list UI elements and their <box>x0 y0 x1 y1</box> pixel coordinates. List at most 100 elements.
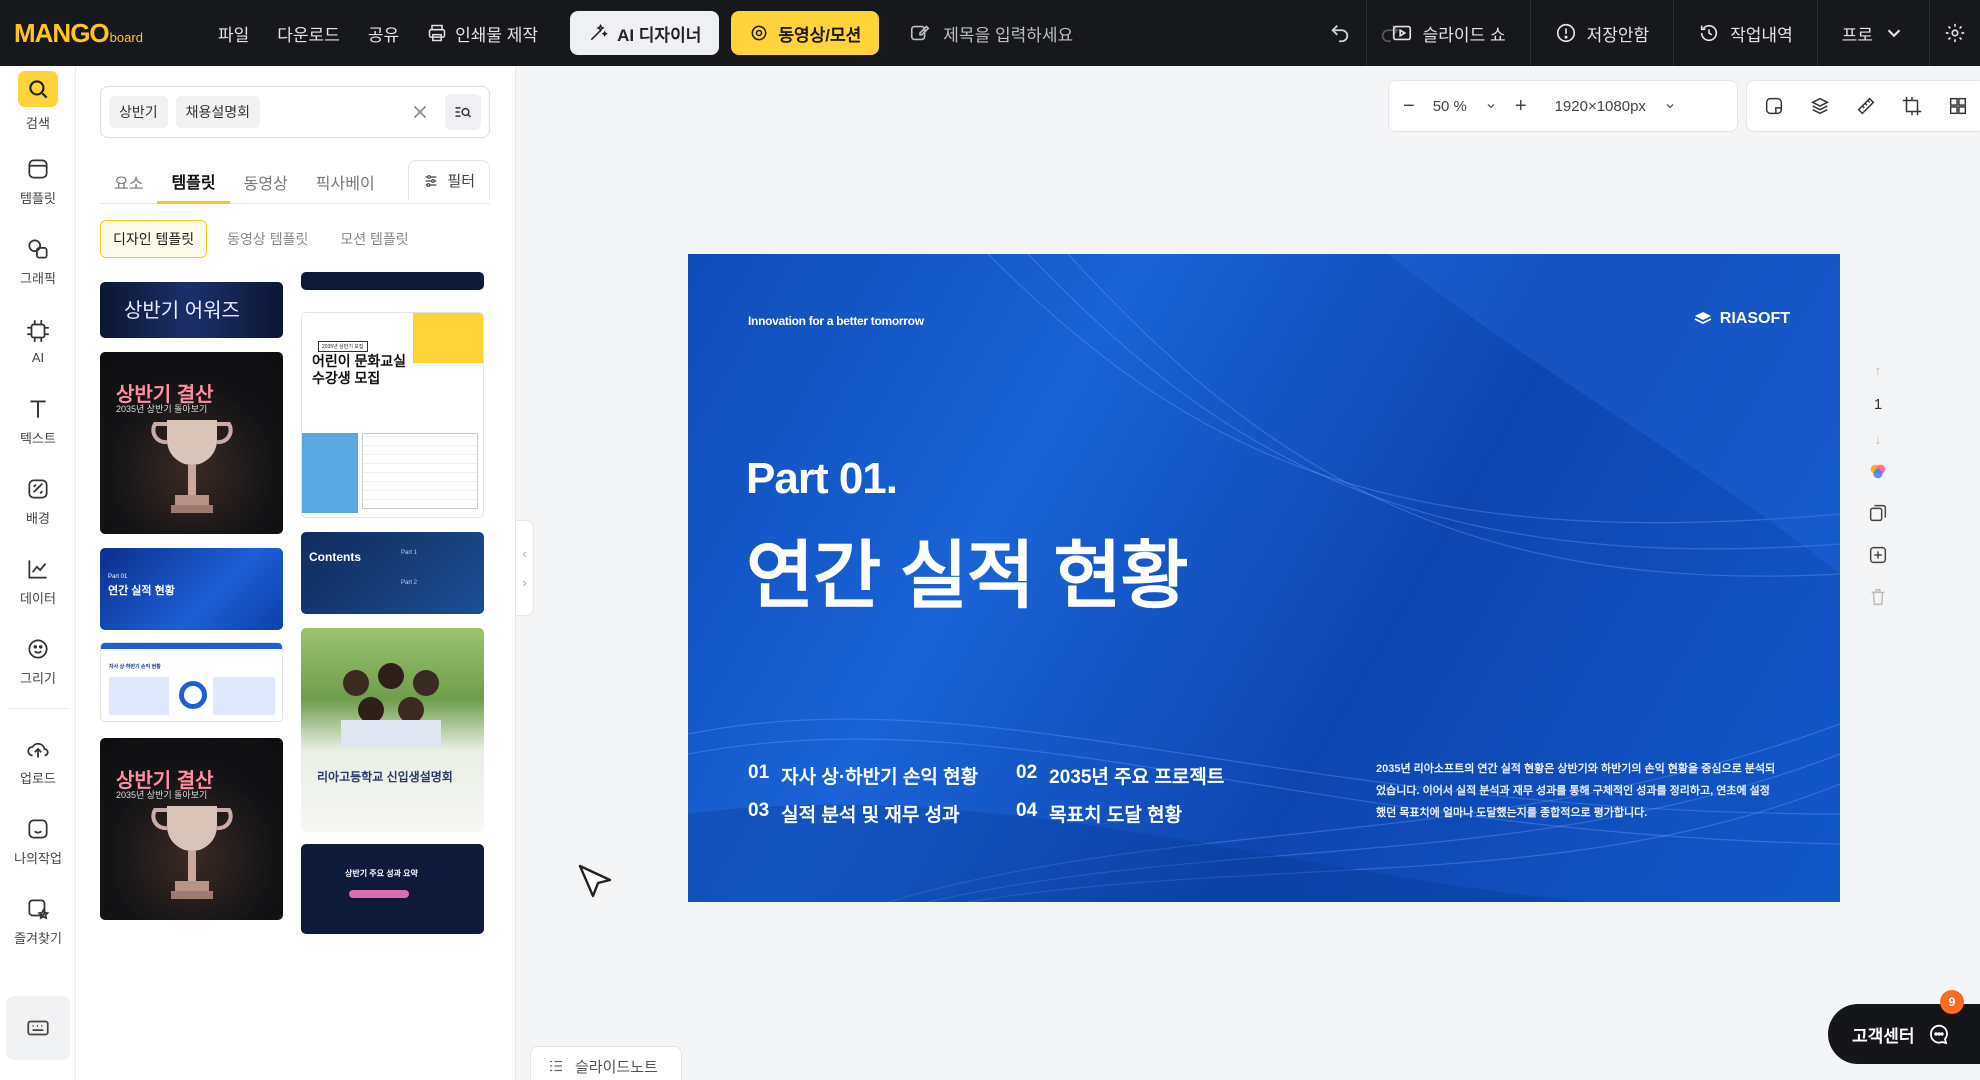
mangoboard-logo[interactable]: MANGO board <box>14 18 164 49</box>
agenda-item: 01 자사 상·하반기 손익 현황 <box>748 762 996 789</box>
template-thumb-report[interactable]: 자사 상·하반기 손익 현황 <box>100 642 283 722</box>
thumb-contents-part1: Part 1 <box>401 550 418 556</box>
panel-collapse-handle[interactable]: ‹ › <box>516 520 534 616</box>
tab-elements[interactable]: 요소 <box>100 160 157 204</box>
ai-designer-label: AI 디자이너 <box>617 25 702 45</box>
slide-description: 2035년 리아소프트의 연간 실적 현황은 상반기와 하반기의 손익 현황을 … <box>1376 763 1776 819</box>
slideshow-button[interactable]: 슬라이드 쇼 <box>1365 0 1530 66</box>
menu-file[interactable]: 파일 <box>204 0 263 66</box>
add-page-icon[interactable] <box>1867 544 1889 566</box>
tab-videos[interactable]: 동영상 <box>230 160 302 204</box>
app-window: MANGO board 파일 다운로드 공유 인쇄물 제작 AI 디자이너 동영상… <box>0 0 1980 1080</box>
plan-dropdown[interactable]: 프로 <box>1816 0 1929 66</box>
search-submit-button[interactable] <box>445 94 481 130</box>
canvas-size[interactable]: 1920×1080px <box>1555 98 1646 115</box>
rail-templates[interactable]: 템플릿 <box>0 146 76 216</box>
template-thumb-annual[interactable]: Part 01 연간 실적 현황 <box>100 548 283 630</box>
thumb-school-title: 어린이 문화교실 수강생 모집 <box>312 353 407 386</box>
template-thumb-results[interactable]: 상반기 결산 2035년 상반기 돌아보기 <box>100 352 283 534</box>
search-chip[interactable]: 채용설명회 <box>175 96 261 128</box>
rail-graphics[interactable]: 그래픽 <box>0 226 76 296</box>
search-icon <box>29 79 48 98</box>
menu-share[interactable]: 공유 <box>354 0 413 66</box>
tab-templates[interactable]: 템플릿 <box>157 160 230 204</box>
rail-upload[interactable]: 업로드 <box>0 726 76 796</box>
sliders-icon <box>426 174 437 187</box>
thumb-summary-bar <box>349 890 409 898</box>
background-icon <box>28 478 48 499</box>
menu-print[interactable]: 인쇄물 제작 <box>413 0 552 66</box>
template-thumb-school[interactable]: 2035년 상반기 모집 어린이 문화교실 수강생 모집 <box>301 312 484 518</box>
search-chip[interactable]: 상반기 <box>109 96 168 128</box>
grid-icon[interactable] <box>1947 94 1969 118</box>
undo-icon[interactable] <box>1329 22 1351 44</box>
template-thumb-results-2[interactable]: 상반기 결산 2035년 상반기 돌아보기 <box>100 738 283 920</box>
ruler-icon[interactable] <box>1855 94 1877 118</box>
template-thumb-contents[interactable]: Contents Part 1 Part 2 <box>301 532 484 614</box>
rail-data[interactable]: 데이터 <box>0 546 76 616</box>
subtab-video-templates[interactable]: 동영상 템플릿 <box>215 221 320 257</box>
thumb-summary-title: 상반기 주요 성과 요약 <box>345 869 418 878</box>
agenda-text: 실적 분석 및 재무 성과 <box>781 804 960 826</box>
zoom-in-icon[interactable]: + <box>1515 95 1527 118</box>
template-thumb-summary[interactable]: 상반기 주요 성과 요약 <box>301 844 484 934</box>
save-status-button[interactable]: 저장안함 <box>1529 0 1674 66</box>
thumb-report-block <box>213 677 275 715</box>
template-subtabs: 디자인 템플릿 동영상 템플릿 모션 템플릿 <box>100 220 421 258</box>
subtab-motion-templates[interactable]: 모션 템플릿 <box>328 221 420 257</box>
cloud-upload-icon <box>27 742 49 758</box>
duplicate-page-icon[interactable] <box>1867 502 1889 524</box>
title-input[interactable]: 제목을 입력하세요 <box>909 21 1229 46</box>
close-icon[interactable] <box>409 101 431 123</box>
rail-ai[interactable]: AI <box>0 306 76 376</box>
zoom-out-icon[interactable]: − <box>1403 95 1415 118</box>
slide-tagline: Innovation for a better tomorrow <box>748 314 924 328</box>
menu-download[interactable]: 다운로드 <box>263 0 354 66</box>
slideshow-label: 슬라이드 쇼 <box>1422 25 1506 45</box>
rail-ai-label: AI <box>31 349 45 365</box>
slide-agenda: 01 자사 상·하반기 손익 현황 02 2035년 주요 프로젝트 03 실적 분석… <box>748 756 1264 832</box>
rail-text-label: 텍스트 <box>20 430 56 446</box>
slide-canvas[interactable]: Innovation for a better tomorrow RIASOFT… <box>688 254 1840 902</box>
arrow-up-icon[interactable]: ↑ <box>1875 362 1882 378</box>
video-motion-label: 동영상/모션 <box>778 25 862 45</box>
folder-smile-icon <box>28 818 48 839</box>
customer-center-button[interactable]: 고객센터 <box>1828 1004 1980 1064</box>
history-button[interactable]: 작업내역 <box>1673 0 1817 66</box>
slide-brand: RIASOFT <box>1694 310 1790 328</box>
rail-search[interactable]: 검색 <box>0 66 76 136</box>
settings-button[interactable] <box>1929 0 1980 66</box>
subtab-design-templates[interactable]: 디자인 템플릿 <box>100 220 208 258</box>
rail-background[interactable]: 배경 <box>0 466 76 536</box>
logo-text: MANGO <box>14 17 110 48</box>
ai-designer-button[interactable]: AI 디자이너 <box>570 11 720 55</box>
rail-favorites[interactable]: 즐겨찾기 <box>0 886 76 956</box>
rail-draw[interactable]: 그리기 <box>0 626 76 696</box>
layers-icon[interactable] <box>1809 94 1831 118</box>
filter-button[interactable]: 필터 <box>408 160 490 200</box>
rail-text[interactable]: 텍스트 <box>0 386 76 456</box>
trash-icon[interactable] <box>1867 586 1889 608</box>
color-palette-icon[interactable] <box>1867 460 1889 482</box>
left-rail: 검색 템플릿 그래픽 AI 텍스트 배경 데이터 그리기 업로드 나의작업 즐겨… <box>0 66 76 1080</box>
page-navigator: ↑ 1 ↓ <box>1860 362 1896 447</box>
rail-upload-label: 업로드 <box>20 770 56 786</box>
slide-notes-tab[interactable]: 슬라이드노트 <box>530 1046 682 1080</box>
history-label: 작업내역 <box>1730 25 1793 45</box>
crop-icon[interactable] <box>1901 94 1923 118</box>
zoom-level[interactable]: 50 % <box>1433 98 1467 115</box>
chevron-down-icon[interactable] <box>1485 100 1497 112</box>
template-thumb-info-session[interactable]: 리아고등학교 신입생설명회 <box>301 628 484 832</box>
template-thumb-top[interactable] <box>301 272 484 290</box>
keyboard-shortcut-button[interactable] <box>6 996 70 1060</box>
rail-my-work[interactable]: 나의작업 <box>0 806 76 876</box>
template-thumb-awards[interactable]: 상반기 어워즈 <box>100 282 283 338</box>
arrow-down-icon[interactable]: ↓ <box>1875 431 1882 447</box>
chevron-right-icon: › <box>522 575 527 590</box>
chevron-down-icon[interactable] <box>1664 100 1676 112</box>
search-input[interactable]: 상반기 채용설명회 <box>100 86 490 138</box>
video-motion-button[interactable]: 동영상/모션 <box>731 11 880 55</box>
note-icon[interactable] <box>1763 94 1785 118</box>
tab-pixabay[interactable]: 픽사베이 <box>302 160 389 204</box>
rail-favorites-label: 즐겨찾기 <box>14 930 62 946</box>
